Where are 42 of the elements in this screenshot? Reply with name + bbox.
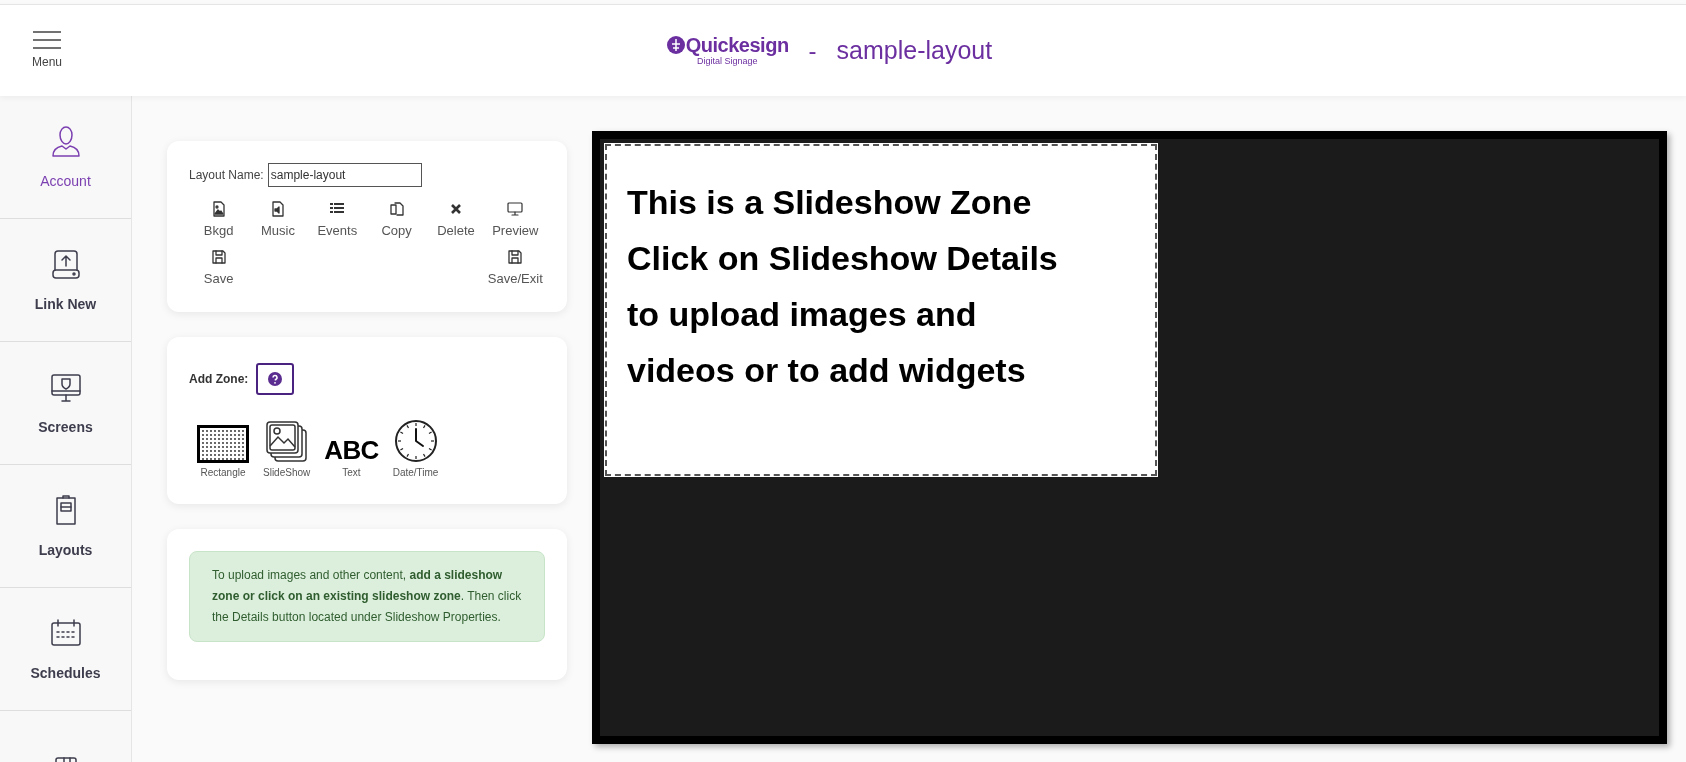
toolbar-button[interactable]: Copy [367, 201, 427, 241]
copy-icon [388, 201, 405, 217]
sidebar-item[interactable]: Schedules [0, 588, 131, 711]
sidebar-item[interactable]: Layouts [0, 465, 131, 588]
toolbar-button[interactable]: Preview [485, 201, 545, 241]
toolbar-button[interactable]: Bkgd [189, 201, 249, 241]
zone-type-button[interactable]: ABC Text [324, 417, 379, 480]
layout-name-label: Layout Name: [189, 167, 264, 184]
help-icon [268, 372, 283, 386]
layout-title: sample-layout [836, 34, 993, 66]
toolbar-button[interactable]: Music [248, 201, 308, 241]
clock-icon [393, 419, 438, 463]
menu-button[interactable]: Menu [32, 30, 63, 71]
zone-type-button[interactable]: Date/Time [392, 417, 439, 480]
add-zone-label: Add Zone: [189, 371, 249, 388]
zone-text-line: videos or to add widgets [627, 350, 1027, 391]
layout-name-field[interactable]: sample-layout [267, 163, 422, 187]
zone-text-line: to upload images and [627, 294, 978, 335]
sidebar-item[interactable]: Link New [0, 219, 131, 342]
slideshow-zone[interactable]: This is a Slideshow Zone Click on Slideshow Details to upload images and videos or to add widgets [605, 144, 1157, 476]
title-separator: - [808, 35, 817, 66]
brand-tagline: Digital Signage [696, 57, 758, 66]
dotted-rectangle-icon [197, 425, 249, 463]
menu-icon [33, 30, 61, 49]
sidebar-item[interactable]: Account [0, 96, 131, 219]
monitor-icon [507, 201, 524, 217]
toolbar-button[interactable]: Save/Exit [485, 248, 545, 288]
toolbar-button[interactable]: Delete [426, 201, 486, 241]
zone-type-button[interactable]: SlideShow [263, 417, 311, 480]
logo-icon [665, 35, 686, 55]
audio-file-icon [270, 201, 286, 217]
sidebar-item[interactable]: Screens [0, 342, 131, 465]
zone-type-button[interactable]: Rectangle [197, 417, 249, 480]
zone-text-line: This is a Slideshow Zone [627, 182, 1033, 223]
zone-text-line: Click on Slideshow Details [627, 238, 1059, 279]
toolbar-button[interactable]: Save [189, 248, 249, 288]
info-message: To upload images and other content, add a slideshow zone or click on an existing slideshow zone. Then click the Details button located under Slideshow Properties. [189, 551, 545, 642]
image-file-icon [210, 201, 227, 217]
abc-text-icon: ABC [324, 437, 379, 463]
toolbar-button[interactable]: Events [307, 201, 367, 241]
stacked-photos-icon [265, 421, 308, 463]
help-button[interactable] [256, 363, 295, 395]
